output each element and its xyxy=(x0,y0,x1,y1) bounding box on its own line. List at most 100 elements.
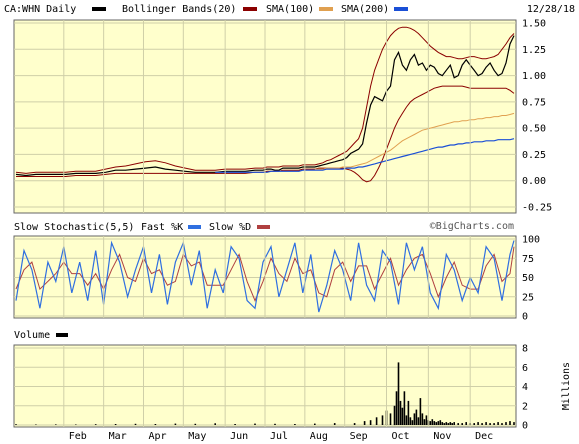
volume-bar xyxy=(333,423,336,425)
volume-bar xyxy=(451,423,453,425)
volume-bar xyxy=(473,423,475,425)
bollinger-swatch xyxy=(243,7,257,11)
volume-bar xyxy=(485,422,487,425)
volume-bar xyxy=(435,422,438,425)
volume-bar xyxy=(425,415,428,425)
sma100-swatch xyxy=(319,7,333,11)
x-tick-label: Mar xyxy=(109,431,127,442)
volume-bar xyxy=(363,421,366,425)
stochastic-panel: 100 75 50 25 0 xyxy=(13,235,540,323)
volume-bar xyxy=(481,423,483,425)
x-tick-label: Dec xyxy=(475,431,493,442)
volume-bar xyxy=(114,424,117,425)
volume-bar xyxy=(274,423,276,425)
bollinger-label: Bollinger Bands(20) xyxy=(122,4,236,15)
price-y-tick-label: 1.25 xyxy=(522,45,546,56)
volume-bar xyxy=(415,409,418,425)
volume-bar xyxy=(389,413,392,425)
volume-bar xyxy=(174,423,177,425)
x-tick-label: Nov xyxy=(433,431,451,442)
volume-bar xyxy=(314,423,316,425)
volume-bar xyxy=(369,420,372,425)
price-y-tick-label: 0.75 xyxy=(522,97,546,108)
stochastic-legend: Slow Stochastic(5,5) Fast %K Slow %D ©Bi… xyxy=(14,221,514,233)
price-swatch xyxy=(92,7,106,11)
price-y-ticks: 1.50 1.25 1.00 0.75 0.50 0.25 0.00 -0.25 xyxy=(522,19,552,214)
volume-bar xyxy=(405,415,408,425)
volume-bar xyxy=(421,413,424,425)
bigcharts-watermark: ©BigCharts.com xyxy=(430,221,514,232)
volume-bar xyxy=(399,400,402,425)
volume-bar xyxy=(417,417,420,425)
stochastic-y-tick-label: 50 xyxy=(522,273,534,284)
volume-bar xyxy=(15,424,17,425)
volume-bar xyxy=(407,400,410,425)
volume-bar xyxy=(513,422,515,425)
sma100-label: SMA(100) xyxy=(266,4,314,15)
volume-bar xyxy=(397,362,400,425)
volume-bar xyxy=(194,423,197,425)
volume-bar xyxy=(393,405,396,426)
fast-k-label: Fast %K xyxy=(141,222,183,233)
volume-bar xyxy=(461,423,463,425)
stochastic-y-tick-label: 0 xyxy=(522,312,528,323)
volume-bar xyxy=(375,417,378,425)
volume-bar xyxy=(429,421,432,425)
stock-chart: CA:WHN Daily Bollinger Bands(20) SMA(100… xyxy=(4,4,575,442)
volume-bar xyxy=(353,423,356,425)
price-y-tick-label: 0.50 xyxy=(522,124,546,135)
x-tick-label: Aug xyxy=(310,431,328,442)
stochastic-y-ticks: 100 75 50 25 0 xyxy=(522,235,540,323)
sma200-swatch xyxy=(394,7,408,11)
volume-y-tick-label: 6 xyxy=(522,363,528,374)
x-tick-label: May xyxy=(188,431,206,442)
volume-bar xyxy=(214,423,216,425)
stochastic-title: Slow Stochastic(5,5) xyxy=(14,222,134,233)
price-y-tick-label: 1.00 xyxy=(522,71,546,82)
volume-bar xyxy=(443,423,446,425)
stochastic-y-tick-label: 75 xyxy=(522,254,534,265)
x-tick-label: Jun xyxy=(230,431,248,442)
volume-bar xyxy=(409,417,412,425)
volume-bar xyxy=(457,423,459,425)
volume-bar xyxy=(441,422,444,425)
volume-bar xyxy=(423,419,426,425)
fast-k-swatch xyxy=(188,225,201,229)
volume-swatch xyxy=(56,333,68,337)
volume-bar xyxy=(94,424,97,425)
date-label: 12/28/18 xyxy=(527,4,575,15)
volume-bar xyxy=(381,415,384,425)
volume-bar xyxy=(35,424,37,425)
volume-bar xyxy=(477,422,479,425)
volume-bar xyxy=(465,422,467,425)
sma200-label: SMA(200) xyxy=(341,4,389,15)
volume-bar xyxy=(489,423,491,425)
volume-bar xyxy=(55,424,57,425)
volume-bar xyxy=(447,423,450,425)
volume-bar xyxy=(493,423,495,425)
volume-bar xyxy=(411,420,414,425)
price-y-tick-label: 0.25 xyxy=(522,150,546,161)
volume-bar xyxy=(234,424,236,425)
slow-d-swatch xyxy=(257,225,270,229)
volume-bar xyxy=(505,422,507,425)
volume-bar xyxy=(453,422,455,425)
stochastic-y-tick-label: 100 xyxy=(522,235,540,246)
volume-bar xyxy=(395,391,398,425)
volume-bar xyxy=(501,423,503,425)
symbol-label: CA:WHN Daily xyxy=(4,4,76,15)
price-legend: CA:WHN Daily Bollinger Bands(20) SMA(100… xyxy=(4,4,575,15)
volume-title: Volume xyxy=(14,330,50,341)
volume-bar xyxy=(75,424,77,425)
volume-y-ticks: 8 6 4 2 0 xyxy=(522,344,528,432)
volume-bar xyxy=(439,420,442,425)
volume-bar xyxy=(401,407,404,425)
stochastic-y-tick-label: 25 xyxy=(522,292,534,303)
slow-d-label: Slow %D xyxy=(209,222,251,233)
volume-bar xyxy=(449,422,452,425)
volume-legend: Volume xyxy=(14,330,68,341)
price-y-tick-label: 0.00 xyxy=(522,176,546,187)
volume-bar xyxy=(433,421,436,425)
volume-y-tick-label: 4 xyxy=(522,382,528,393)
price-y-tick-label: -0.25 xyxy=(522,203,552,214)
